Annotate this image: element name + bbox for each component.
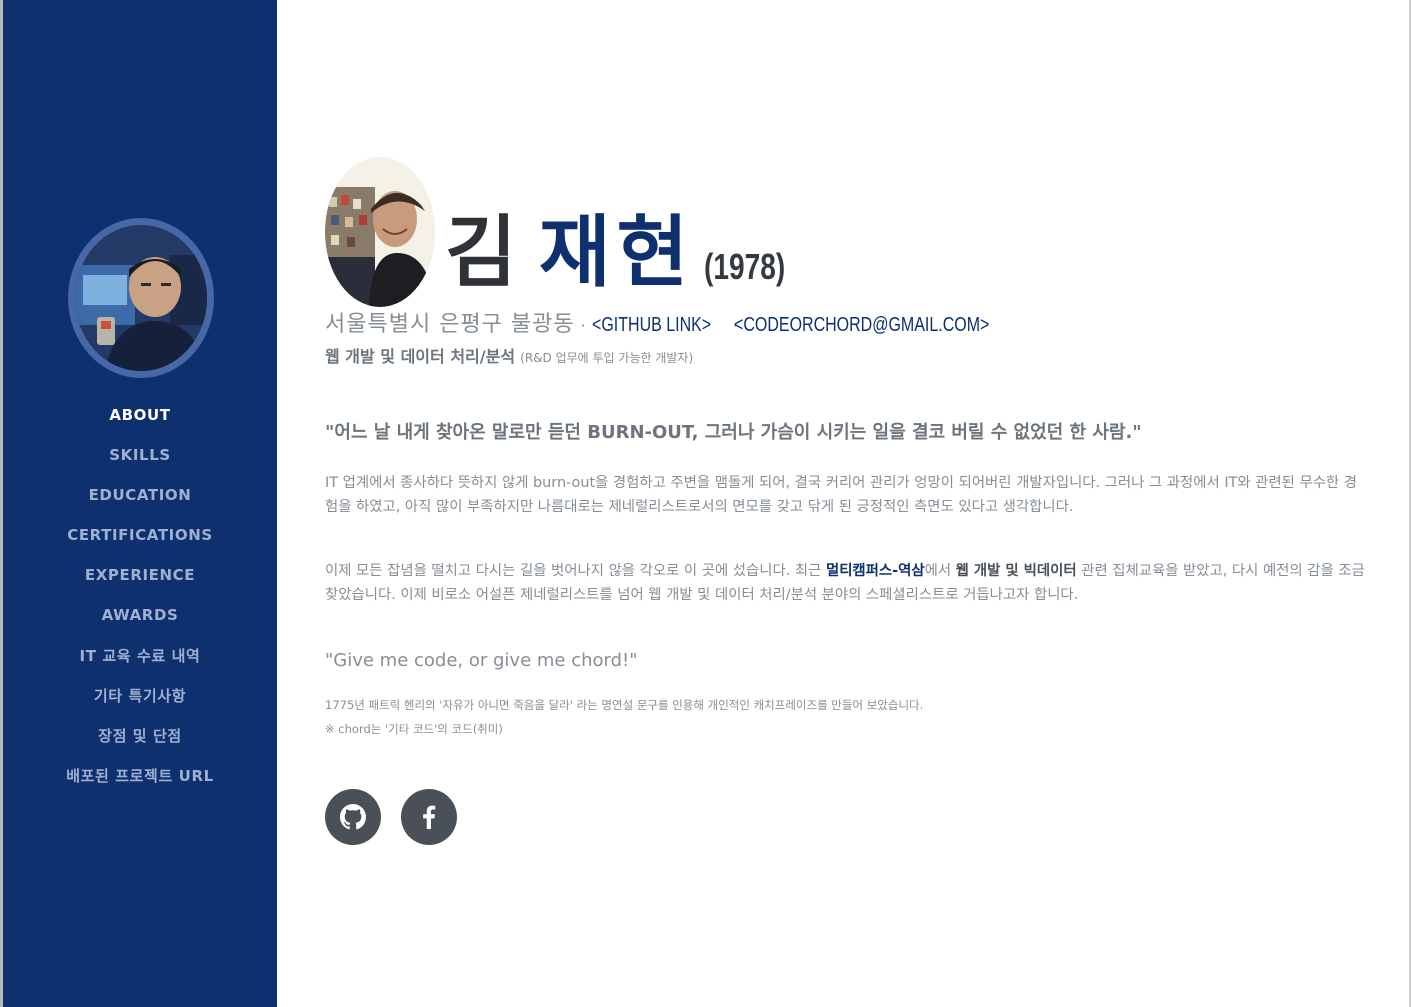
header-photo-image [325,157,435,307]
role-line: 웹 개발 및 데이터 처리/분석 (R&D 업무에 투입 가능한 개발자) [325,343,693,367]
github-link[interactable]: <GITHUB LINK> [592,314,711,337]
nav-item-certifications[interactable]: CERTIFICATIONS [67,526,213,544]
about-section: 김 재현 (1978) 서울특별시 은평구 불광동 · <GITHUB LINK> … [277,0,1409,1007]
social-links [325,789,457,845]
nav-item-other-notes[interactable]: 기타 특기사항 [94,685,186,706]
nav-item-about[interactable]: ABOUT [109,406,170,424]
github-button[interactable] [325,789,381,845]
name-given: 재현 [538,208,695,298]
role-subtitle: (R&D 업무에 투입 가능한 개발자) [520,351,694,365]
address-text: 서울특별시 은평구 불광동 [325,312,575,337]
paragraph-text: 이제 모든 잡념을 떨치고 다시는 길을 벗어나지 않을 각오로 이 곳에 섰습… [325,563,826,579]
profile-photo-image [75,225,207,371]
slogan: "Give me code, or give me chord!" [325,650,638,671]
github-icon [340,804,366,830]
profile-avatar [68,218,214,378]
role-title: 웹 개발 및 데이터 처리/분석 [325,347,516,366]
header-profile-photo [325,157,435,307]
nav-item-education[interactable]: EDUCATION [89,486,192,504]
nav-item-it-education[interactable]: IT 교육 수료 내역 [80,645,201,666]
email-link[interactable]: <CODEORCHORD@GMAIL.COM> [734,314,989,337]
nav-item-experience[interactable]: EXPERIENCE [85,566,195,584]
hobby-note: ※ chord는 '기타 코드'의 코드(취미) [325,722,503,736]
slogan-note: 1775년 패트릭 헨리의 '자유가 아니면 죽음을 달라' 라는 명연설 문구… [325,698,924,712]
sidebar-nav: ABOUT SKILLS EDUCATION CERTIFICATIONS EX… [3,395,277,795]
facebook-icon [423,805,436,829]
birth-year: (1978) [704,246,786,287]
nav-item-deployed-projects[interactable]: 배포된 프로젝트 URL [66,765,214,786]
intro-quote: "어느 날 내게 찾아온 말로만 듣던 BURN-OUT, 그러나 가슴이 시키… [325,422,1142,443]
separator: · [580,316,586,335]
paragraph-text: 에서 [924,563,956,579]
name-family: 김 [445,208,521,298]
nav-item-skills[interactable]: SKILLS [109,446,171,464]
intro-paragraph-2: 이제 모든 잡념을 떨치고 다시는 길을 벗어나지 않을 각오로 이 곳에 섰습… [325,559,1365,607]
academy-name: 멀티캠퍼스-역삼 [825,563,925,579]
nav-item-pros-cons[interactable]: 장점 및 단점 [98,725,182,746]
facebook-button[interactable] [401,789,457,845]
nav-item-awards[interactable]: AWARDS [102,606,179,624]
page-title: 김 재현 (1978) [445,190,808,302]
field-highlight: 웹 개발 및 빅데이터 [955,563,1077,579]
sidebar: ABOUT SKILLS EDUCATION CERTIFICATIONS EX… [3,0,277,1007]
contact-line: 서울특별시 은평구 불광동 · <GITHUB LINK> · <CODEORC… [325,306,1053,338]
intro-paragraph-1: IT 업계에서 종사하다 뜻하지 않게 burn-out을 경험하고 주변을 맴… [325,475,1358,515]
